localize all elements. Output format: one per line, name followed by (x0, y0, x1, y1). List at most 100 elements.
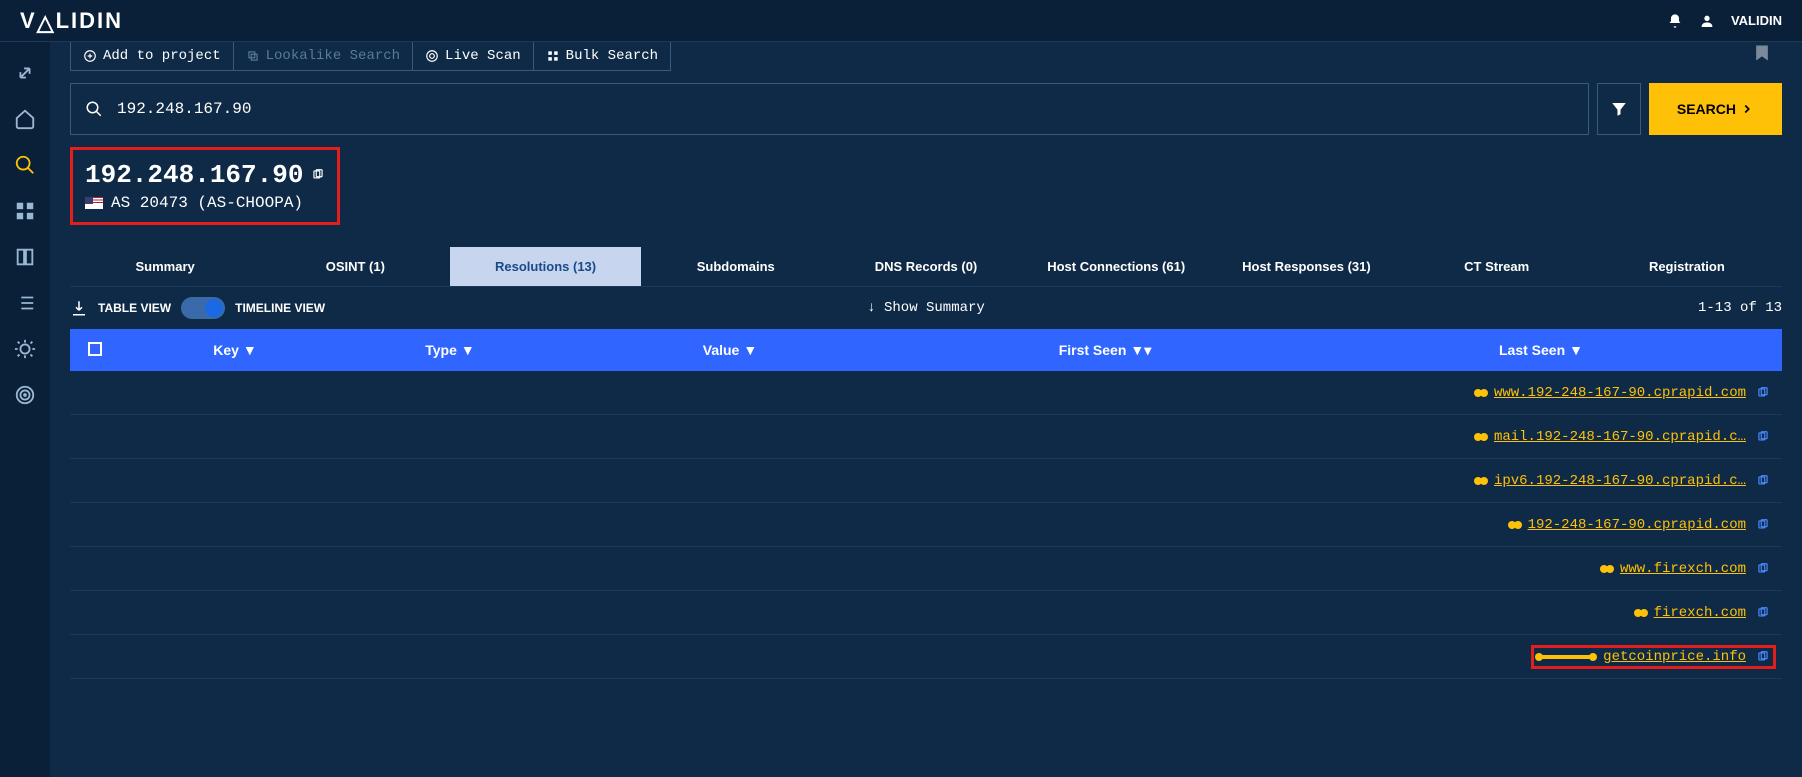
tab[interactable]: DNS Records (0) (831, 247, 1021, 286)
chevron-down-icon: ↓ (867, 300, 875, 316)
timeline-row: getcoinprice.info (70, 635, 1782, 679)
timeline-bar (1512, 523, 1518, 527)
bell-icon[interactable] (1667, 13, 1683, 29)
toolbar: Add to project Lookalike Search Live Sca… (70, 42, 671, 71)
toolbar-label: Bulk Search (566, 48, 658, 64)
copy-icon[interactable] (1756, 518, 1770, 532)
download-icon[interactable] (70, 299, 88, 317)
copy-icon[interactable] (1756, 386, 1770, 400)
search-button-label: SEARCH (1677, 101, 1736, 117)
add-to-project-button[interactable]: Add to project (71, 42, 234, 70)
domain-link[interactable]: www.firexch.com (1620, 561, 1746, 577)
copy-icon[interactable] (311, 168, 325, 182)
user-icon[interactable] (1699, 13, 1715, 29)
timeline-view-label: TIMELINE VIEW (235, 301, 325, 315)
copy-icon[interactable] (1756, 430, 1770, 444)
timeline-row: firexch.com (70, 591, 1782, 635)
domain-link[interactable]: ipv6.192-248-167-90.cprapid.c… (1494, 473, 1746, 489)
copy-icon[interactable] (1756, 562, 1770, 576)
flag-us-icon (85, 197, 103, 209)
search-icon[interactable] (14, 154, 36, 176)
timeline-bar (1478, 391, 1484, 395)
tabs: SummaryOSINT (1)Resolutions (13)Subdomai… (70, 247, 1782, 287)
domain-link[interactable]: getcoinprice.info (1603, 649, 1746, 665)
bookmark-icon[interactable] (1752, 42, 1772, 70)
filter-icon[interactable]: ▼ (1569, 342, 1583, 358)
copy-icon (246, 49, 260, 63)
search-button[interactable]: SEARCH (1649, 83, 1782, 135)
col-key-label: Key (213, 342, 239, 358)
tab[interactable]: Host Responses (31) (1211, 247, 1401, 286)
tab[interactable]: Summary (70, 247, 260, 286)
domain-link[interactable]: 192-248-167-90.cprapid.com (1528, 517, 1746, 533)
tab[interactable]: OSINT (1) (260, 247, 450, 286)
brand-logo: V△LIDIN (20, 8, 123, 34)
timeline-bar (1478, 435, 1484, 439)
copy-icon[interactable] (1756, 474, 1770, 488)
compare-icon[interactable] (14, 246, 36, 268)
tab[interactable]: CT Stream (1402, 247, 1592, 286)
copy-icon[interactable] (1756, 650, 1770, 664)
tab[interactable]: Subdomains (641, 247, 831, 286)
target-icon[interactable] (14, 384, 36, 406)
tab[interactable]: Resolutions (13) (450, 247, 640, 286)
timeline-row: ipv6.192-248-167-90.cprapid.c… (70, 459, 1782, 503)
bulk-search-button[interactable]: Bulk Search (534, 42, 670, 70)
lookalike-search-button[interactable]: Lookalike Search (234, 42, 413, 70)
timeline-rows: www.192-248-167-90.cprapid.com mail.192-2… (70, 371, 1782, 679)
timeline-bar (1478, 479, 1484, 483)
table-view-label: TABLE VIEW (98, 301, 171, 315)
timeline-bar (1638, 611, 1644, 615)
search-input[interactable] (103, 100, 1574, 118)
grid-icon[interactable] (14, 200, 36, 222)
timeline-row: www.192-248-167-90.cprapid.com (70, 371, 1782, 415)
filter-button[interactable] (1597, 83, 1641, 135)
bug-icon[interactable] (14, 338, 36, 360)
domain-link[interactable]: firexch.com (1654, 605, 1746, 621)
col-value-label: Value (703, 342, 740, 358)
tab[interactable]: Registration (1592, 247, 1782, 286)
table-header: Key▼ Type▼ Value▼ First Seen▼▾ Last Seen… (70, 329, 1782, 371)
home-icon[interactable] (14, 108, 36, 130)
timeline-row: mail.192-248-167-90.cprapid.c… (70, 415, 1782, 459)
col-type-label: Type (425, 342, 457, 358)
live-scan-button[interactable]: Live Scan (413, 42, 534, 70)
view-toggle-switch[interactable] (181, 297, 225, 319)
copy-icon[interactable] (1756, 606, 1770, 620)
entity-ip: 192.248.167.90 (85, 160, 303, 190)
toolbar-label: Live Scan (445, 48, 521, 64)
show-summary-label: Show Summary (884, 300, 985, 316)
list-icon[interactable] (14, 292, 36, 314)
topbar: V△LIDIN VALIDIN (0, 0, 1802, 42)
tab[interactable]: Host Connections (61) (1021, 247, 1211, 286)
toolbar-label: Add to project (103, 48, 221, 64)
show-summary-toggle[interactable]: ↓ Show Summary (867, 300, 985, 316)
col-first-label: First Seen (1059, 342, 1127, 358)
filter-icon[interactable]: ▼ (461, 342, 475, 358)
timeline-row: www.firexch.com (70, 547, 1782, 591)
toolbar-label: Lookalike Search (266, 48, 400, 64)
timeline-bar (1539, 655, 1593, 659)
domain-link[interactable]: mail.192-248-167-90.cprapid.c… (1494, 429, 1746, 445)
entity-as: AS 20473 (AS-CHOOPA) (111, 194, 303, 212)
entity-card: 192.248.167.90 AS 20473 (AS-CHOOPA) (70, 147, 340, 225)
expand-icon[interactable] (14, 62, 36, 84)
search-icon (85, 100, 103, 118)
grid-small-icon (546, 49, 560, 63)
col-last-label: Last Seen (1499, 342, 1565, 358)
timeline-row: 192-248-167-90.cprapid.com (70, 503, 1782, 547)
timeline-bar (1604, 567, 1610, 571)
chevron-right-icon (1740, 102, 1754, 116)
sidebar (0, 42, 50, 777)
pagination-label: 1-13 of 13 (1698, 300, 1782, 316)
plus-icon (83, 49, 97, 63)
filter-icon[interactable]: ▼ (243, 342, 257, 358)
radar-icon (425, 49, 439, 63)
filter-sort-icon[interactable]: ▼▾ (1130, 342, 1151, 358)
funnel-icon (1610, 100, 1628, 118)
domain-link[interactable]: www.192-248-167-90.cprapid.com (1494, 385, 1746, 401)
filter-icon[interactable]: ▼ (743, 342, 757, 358)
user-name[interactable]: VALIDIN (1731, 13, 1782, 28)
search-box (70, 83, 1589, 135)
select-all-checkbox[interactable] (88, 342, 102, 356)
